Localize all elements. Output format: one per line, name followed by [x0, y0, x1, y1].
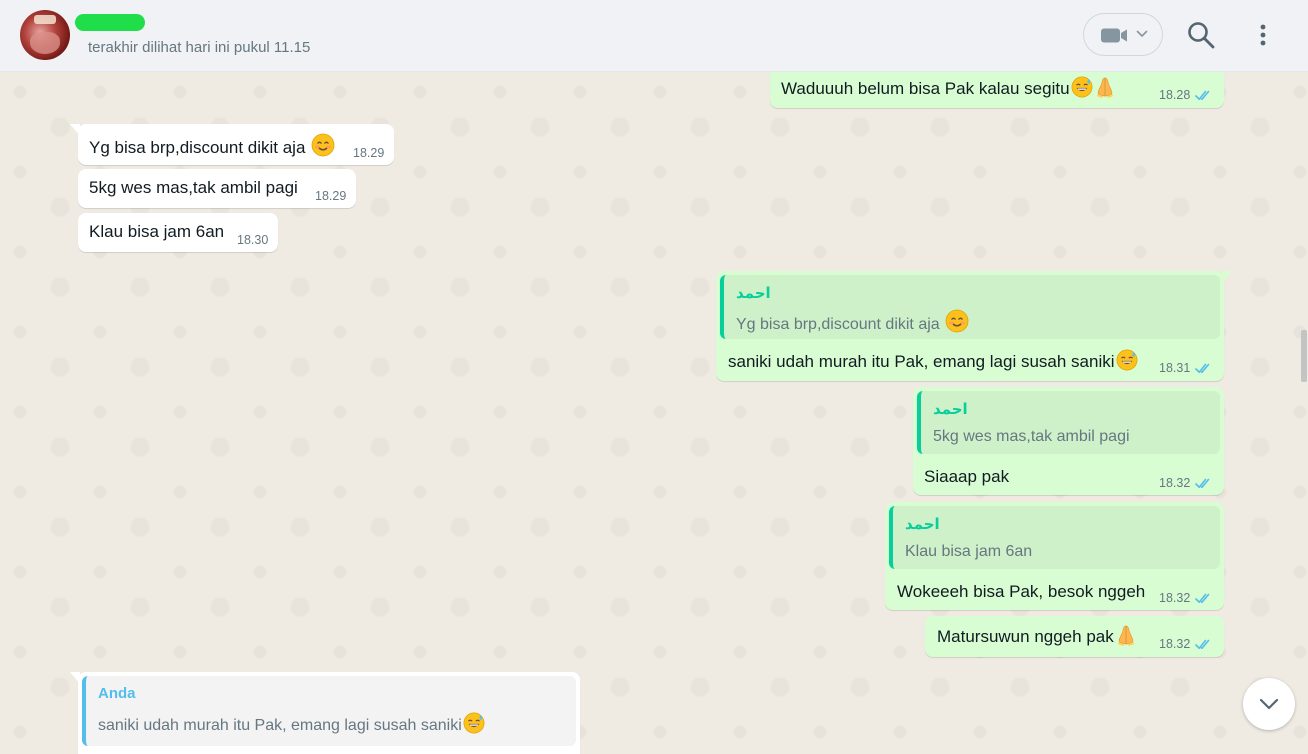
quote-author: احمد — [933, 401, 968, 418]
read-ticks-icon — [1195, 363, 1213, 374]
grinning-sweat-emoji — [1071, 76, 1093, 98]
grinning-sweat-emoji — [1116, 349, 1138, 371]
read-ticks-icon — [1195, 593, 1213, 604]
scroll-to-bottom-button[interactable] — [1243, 678, 1295, 730]
video-call-icon — [1101, 28, 1127, 43]
message-time: 18.29 — [353, 146, 385, 160]
message-incoming[interactable]: Klau bisa jam 6an 18.30 — [78, 213, 278, 252]
menu-icon[interactable] — [1252, 20, 1274, 50]
message-text: Klau bisa jam 6an — [89, 222, 225, 241]
smiling-emoji — [311, 133, 335, 157]
message-time: 18.30 — [237, 233, 269, 247]
chat-header: terakhir dilihat hari ini pukul 11.15 — [0, 0, 1308, 72]
message-list[interactable]: Waduuuh belum bisa Pak kalau segitu 18.2… — [0, 72, 1308, 754]
message-outgoing-reply[interactable]: احمد Klau bisa jam 6an Wokeeeh bisa Pak,… — [885, 502, 1224, 610]
message-text: Wokeeeh bisa Pak, besok nggeh — [897, 582, 1146, 601]
message-text: Matursuwun nggeh pak — [937, 624, 1137, 647]
message-outgoing[interactable]: Waduuuh belum bisa Pak kalau segitu 18.2… — [770, 72, 1224, 108]
chevron-down-icon — [1259, 698, 1279, 710]
video-call-button[interactable] — [1083, 13, 1163, 56]
quote-text: Klau bisa jam 6an — [905, 543, 1033, 560]
message-time: 18.31 — [1159, 361, 1191, 375]
message-outgoing-reply[interactable]: احمد 5kg wes mas,tak ambil pagi Siaaap p… — [913, 387, 1224, 495]
smiling-emoji — [945, 309, 969, 333]
quoted-message[interactable]: Anda saniki udah murah itu Pak, emang la… — [82, 676, 576, 746]
quote-text: Yg bisa brp,discount dikit aja — [736, 309, 969, 334]
message-time: 18.32 — [1159, 476, 1191, 490]
message-text: saniki udah murah itu Pak, emang lagi su… — [728, 349, 1138, 372]
quote-text: 5kg wes mas,tak ambil pagi — [933, 428, 1130, 445]
search-icon[interactable] — [1186, 20, 1216, 50]
read-ticks-icon — [1195, 639, 1213, 650]
message-outgoing[interactable]: Matursuwun nggeh pak 18.32 — [925, 616, 1224, 657]
contact-name-redacted[interactable] — [75, 14, 145, 31]
folded-hands-emoji — [1094, 76, 1116, 98]
quote-author: احمد — [905, 516, 940, 533]
message-text: 5kg wes mas,tak ambil pagi — [89, 178, 298, 197]
message-time: 18.32 — [1159, 637, 1191, 651]
quoted-message[interactable]: احمد Klau bisa jam 6an — [889, 506, 1220, 569]
read-ticks-icon — [1195, 478, 1213, 489]
quoted-message[interactable]: احمد 5kg wes mas,tak ambil pagi — [917, 391, 1220, 454]
folded-hands-emoji — [1115, 624, 1137, 646]
message-text: Waduuuh belum bisa Pak kalau segitu — [781, 76, 1116, 99]
message-text: Siaaap pak — [924, 467, 1010, 486]
quoted-message[interactable]: احمد Yg bisa brp,discount dikit aja — [720, 275, 1220, 339]
last-seen-status: terakhir dilihat hari ini pukul 11.15 — [88, 39, 311, 56]
message-time: 18.32 — [1159, 591, 1191, 605]
contact-avatar[interactable] — [20, 10, 70, 60]
message-time: 18.29 — [315, 189, 347, 203]
quote-text: saniki udah murah itu Pak, emang lagi su… — [98, 712, 485, 735]
message-incoming[interactable]: Yg bisa brp,discount dikit aja 18.29 — [70, 124, 394, 165]
message-text: Yg bisa brp,discount dikit aja — [89, 133, 335, 158]
quote-author: Anda — [98, 685, 136, 702]
read-ticks-icon — [1195, 90, 1213, 101]
quote-author: احمد — [736, 285, 771, 302]
message-incoming[interactable]: 5kg wes mas,tak ambil pagi 18.29 — [78, 169, 356, 208]
message-outgoing-reply[interactable]: احمد Yg bisa brp,discount dikit aja sani… — [716, 271, 1232, 381]
message-time: 18.28 — [1159, 88, 1191, 102]
chevron-down-icon — [1136, 30, 1148, 38]
grinning-sweat-emoji — [463, 712, 485, 734]
message-incoming-reply[interactable]: Anda saniki udah murah itu Pak, emang la… — [70, 672, 580, 754]
scrollbar-thumb[interactable] — [1301, 330, 1307, 382]
